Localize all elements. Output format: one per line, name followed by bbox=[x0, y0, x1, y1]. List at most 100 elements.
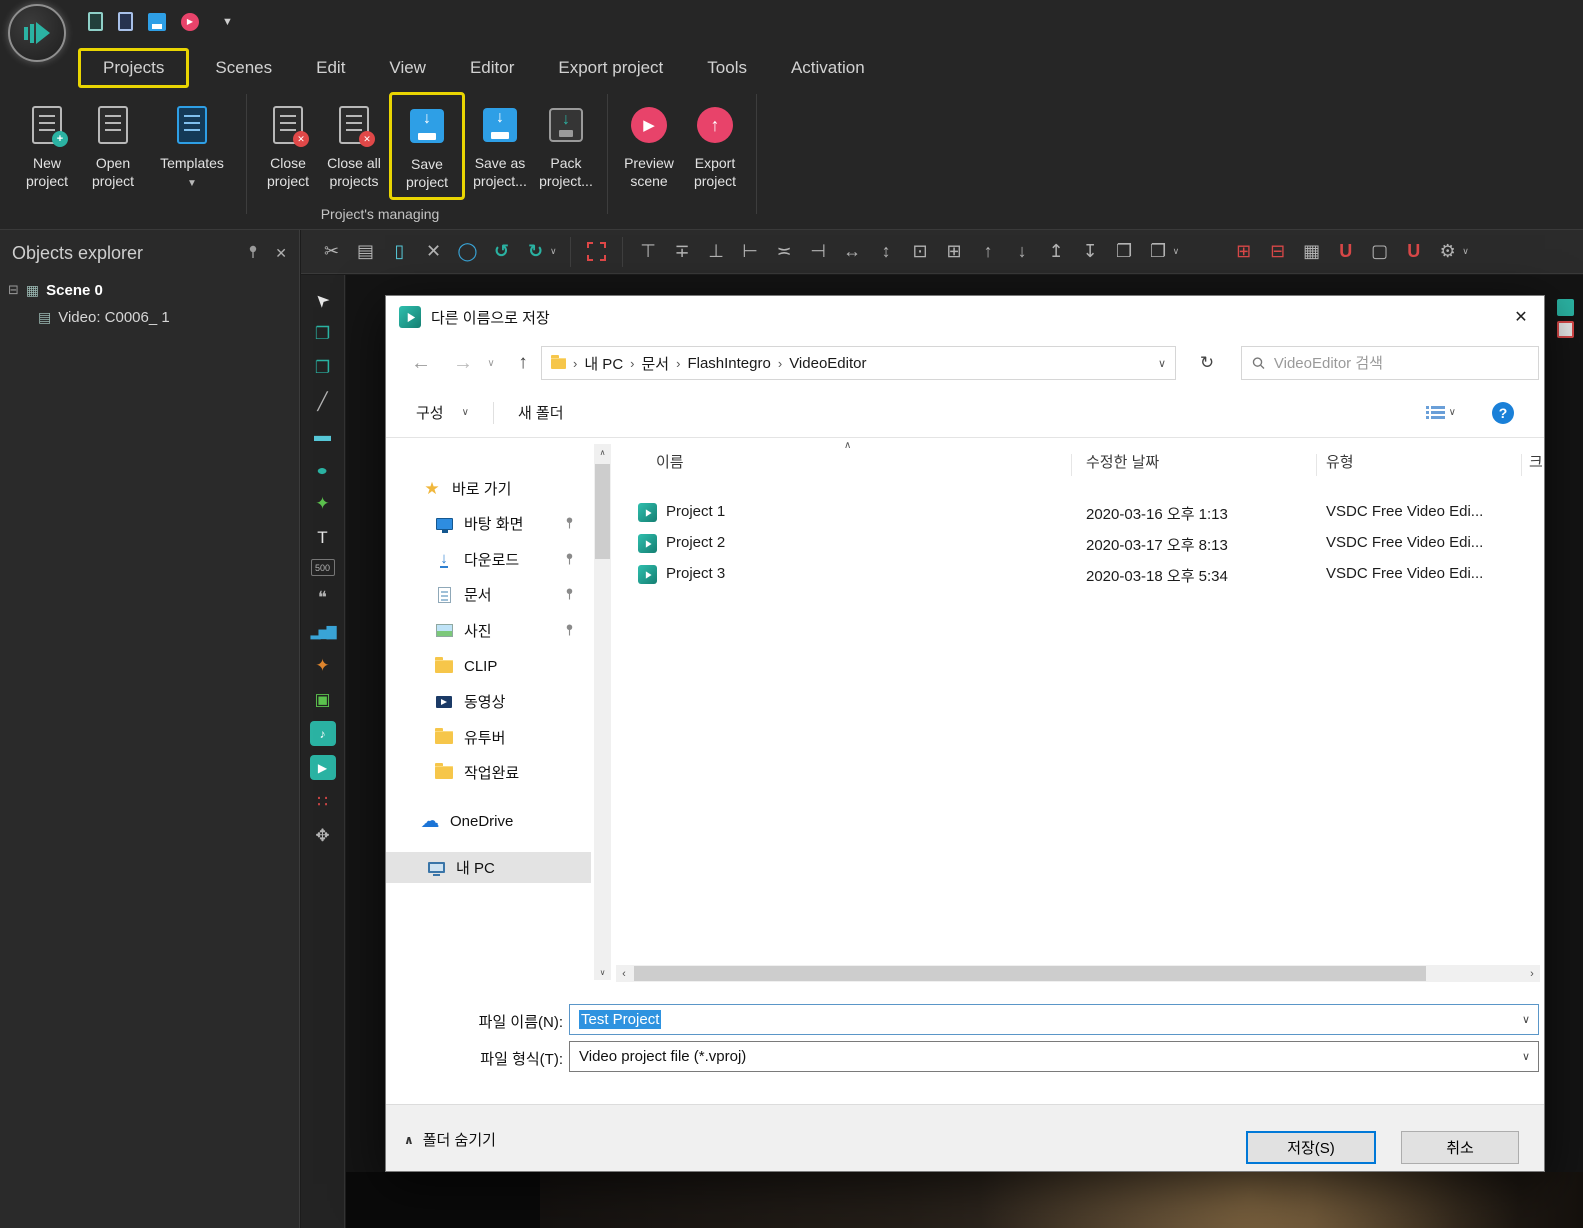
quick-open-project-icon[interactable] bbox=[118, 12, 133, 31]
address-dropdown-caret-icon[interactable]: ∨ bbox=[1158, 357, 1166, 370]
panel-close-icon[interactable]: ✕ bbox=[275, 245, 287, 262]
same-height-icon[interactable]: ↕ bbox=[874, 239, 899, 264]
search-input[interactable] bbox=[1273, 354, 1528, 372]
line-tool[interactable]: ╱ bbox=[310, 389, 336, 414]
forward-button[interactable]: → bbox=[446, 338, 480, 388]
sidebar-desktop[interactable]: 바탕 화면 bbox=[386, 508, 591, 539]
back-button[interactable]: ← bbox=[404, 338, 438, 388]
menu-edit[interactable]: Edit bbox=[316, 58, 345, 78]
animation-tool[interactable]: ✦ bbox=[310, 653, 336, 678]
menu-view[interactable]: View bbox=[389, 58, 426, 78]
cut-icon[interactable]: ✂ bbox=[319, 239, 344, 264]
same-width-icon[interactable]: ↔ bbox=[840, 239, 865, 264]
file-row[interactable]: Project 1 2020-03-16 오후 1:13 VSDC Free V… bbox=[616, 498, 1544, 529]
scroll-down-icon[interactable]: ∨ bbox=[594, 964, 611, 980]
view-options[interactable]: ∨ bbox=[1425, 405, 1456, 420]
preview-scene-button[interactable]: Preview scene bbox=[616, 90, 682, 190]
align-bottom-icon[interactable]: ⊥ bbox=[704, 239, 729, 264]
show-grid-icon[interactable]: ▦ bbox=[1299, 239, 1324, 264]
open-project-button[interactable]: Open project bbox=[80, 90, 146, 190]
sidebar-youtube[interactable]: 유투버 bbox=[386, 722, 591, 753]
quick-preview-icon[interactable] bbox=[181, 12, 199, 31]
quick-new-project-icon[interactable] bbox=[88, 12, 103, 31]
send-to-back-icon[interactable]: ↧ bbox=[1078, 239, 1103, 264]
help-button[interactable]: ? bbox=[1492, 401, 1514, 424]
search-box[interactable] bbox=[1241, 346, 1539, 380]
address-bar[interactable]: › 내 PC › 문서 › FlashIntegro › VideoEditor… bbox=[541, 346, 1176, 380]
move-up-icon[interactable]: ↑ bbox=[976, 239, 1001, 264]
scrollbar-thumb[interactable] bbox=[595, 464, 610, 559]
object-bounds-icon[interactable]: ▢ bbox=[1367, 239, 1392, 264]
hide-folders-button[interactable]: ∧ 폴더 숨기기 bbox=[404, 1129, 496, 1150]
menu-export-project[interactable]: Export project bbox=[558, 58, 663, 78]
pointer-tool[interactable]: ➤ bbox=[310, 287, 336, 312]
sidebar-done[interactable]: 작업완료 bbox=[386, 757, 591, 788]
close-all-projects-button[interactable]: Close all projects bbox=[321, 90, 387, 190]
undo-icon[interactable]: ↺ bbox=[489, 239, 514, 264]
breadcrumb-this-pc[interactable]: 내 PC bbox=[584, 353, 623, 374]
file-row[interactable]: Project 2 2020-03-17 오후 8:13 VSDC Free V… bbox=[616, 529, 1544, 560]
align-top-icon[interactable]: ⊤ bbox=[636, 239, 661, 264]
duplicate-layer-tool[interactable]: ❐ bbox=[310, 355, 336, 380]
column-divider[interactable] bbox=[1316, 454, 1317, 476]
align-right-icon[interactable]: ⊣ bbox=[806, 239, 831, 264]
close-project-button[interactable]: Close project bbox=[255, 90, 321, 190]
menu-editor[interactable]: Editor bbox=[470, 58, 514, 78]
sidebar-videos[interactable]: 동영상 bbox=[386, 686, 591, 717]
breadcrumb-documents[interactable]: 문서 bbox=[642, 353, 670, 374]
ungroup-icon[interactable]: ❐ bbox=[1146, 239, 1171, 264]
align-center-icon[interactable]: ≍ bbox=[772, 239, 797, 264]
organize-caret-icon[interactable]: ∨ bbox=[462, 407, 469, 418]
column-type[interactable]: 유형 bbox=[1326, 451, 1354, 472]
scroll-right-icon[interactable]: › bbox=[1524, 965, 1540, 982]
filetype-dropdown-caret-icon[interactable]: ∨ bbox=[1522, 1050, 1530, 1063]
filetype-select[interactable]: Video project file (*.vproj) ∨ bbox=[569, 1041, 1539, 1072]
sidebar-pictures[interactable]: 사진 bbox=[386, 615, 591, 646]
group-icon[interactable]: ❐ bbox=[1112, 239, 1137, 264]
add-layer-icon[interactable]: ⊟ bbox=[1265, 239, 1290, 264]
redo-icon[interactable]: ↻ bbox=[523, 239, 548, 264]
column-divider[interactable] bbox=[1521, 454, 1522, 476]
move-down-icon[interactable]: ↓ bbox=[1010, 239, 1035, 264]
scrollbar-thumb[interactable] bbox=[634, 966, 1426, 981]
tooltip-tool[interactable]: ❝ bbox=[310, 585, 336, 610]
breadcrumb-videoeditor[interactable]: VideoEditor bbox=[789, 355, 866, 372]
edge-widget-marker-icon[interactable] bbox=[1556, 321, 1574, 338]
filename-dropdown-caret-icon[interactable]: ∨ bbox=[1522, 1013, 1530, 1026]
align-middle-icon[interactable]: ∓ bbox=[670, 239, 695, 264]
scroll-up-icon[interactable]: ∧ bbox=[594, 444, 611, 460]
bring-to-front-icon[interactable]: ↥ bbox=[1044, 239, 1069, 264]
pack-project-button[interactable]: Pack project... bbox=[533, 90, 599, 190]
save-button[interactable]: 저장(S) bbox=[1246, 1131, 1376, 1164]
audio-tool[interactable]: ♪ bbox=[309, 721, 336, 746]
export-project-button[interactable]: Export project bbox=[682, 90, 748, 190]
column-size[interactable]: 크 bbox=[1529, 451, 1543, 472]
layers-tool[interactable]: ❐ bbox=[310, 321, 336, 346]
image-tool[interactable]: ▣ bbox=[310, 687, 336, 712]
column-name[interactable]: 이름 bbox=[656, 451, 684, 472]
text-tool[interactable]: T bbox=[310, 525, 336, 550]
menu-scenes[interactable]: Scenes bbox=[215, 58, 272, 78]
same-size-icon[interactable]: ⊡ bbox=[908, 239, 933, 264]
rectangle-tool[interactable]: ▬ bbox=[310, 423, 336, 448]
settings-caret-icon[interactable]: ∨ bbox=[1462, 246, 1469, 257]
redo-caret-icon[interactable]: ∨ bbox=[550, 246, 557, 257]
ellipse-select-icon[interactable]: ◯ bbox=[455, 239, 480, 264]
snap-lines-icon[interactable]: U bbox=[1333, 239, 1358, 264]
sidebar-this-pc[interactable]: 내 PC bbox=[386, 852, 591, 883]
sidebar-quick-access[interactable]: ★ 바로 가기 bbox=[386, 473, 591, 504]
transform-selection-icon[interactable] bbox=[584, 239, 609, 264]
tree-item-video[interactable]: ▤ Video: C0006_ 1 bbox=[0, 304, 299, 330]
column-divider[interactable] bbox=[1071, 454, 1072, 476]
menu-activation[interactable]: Activation bbox=[791, 58, 865, 78]
video-tool[interactable]: ▶ bbox=[309, 755, 336, 780]
align-left-icon[interactable]: ⊢ bbox=[738, 239, 763, 264]
panel-pin-icon[interactable] bbox=[247, 245, 259, 262]
scroll-left-icon[interactable]: ‹ bbox=[616, 965, 632, 982]
save-project-button[interactable]: Save project bbox=[394, 95, 460, 191]
sidebar-documents[interactable]: 문서 bbox=[386, 579, 591, 610]
new-folder-button[interactable]: 새 폴더 bbox=[518, 402, 564, 423]
cancel-button[interactable]: 취소 bbox=[1401, 1131, 1519, 1164]
fit-frame-icon[interactable]: ⊞ bbox=[942, 239, 967, 264]
copy-icon[interactable]: ▤ bbox=[353, 239, 378, 264]
